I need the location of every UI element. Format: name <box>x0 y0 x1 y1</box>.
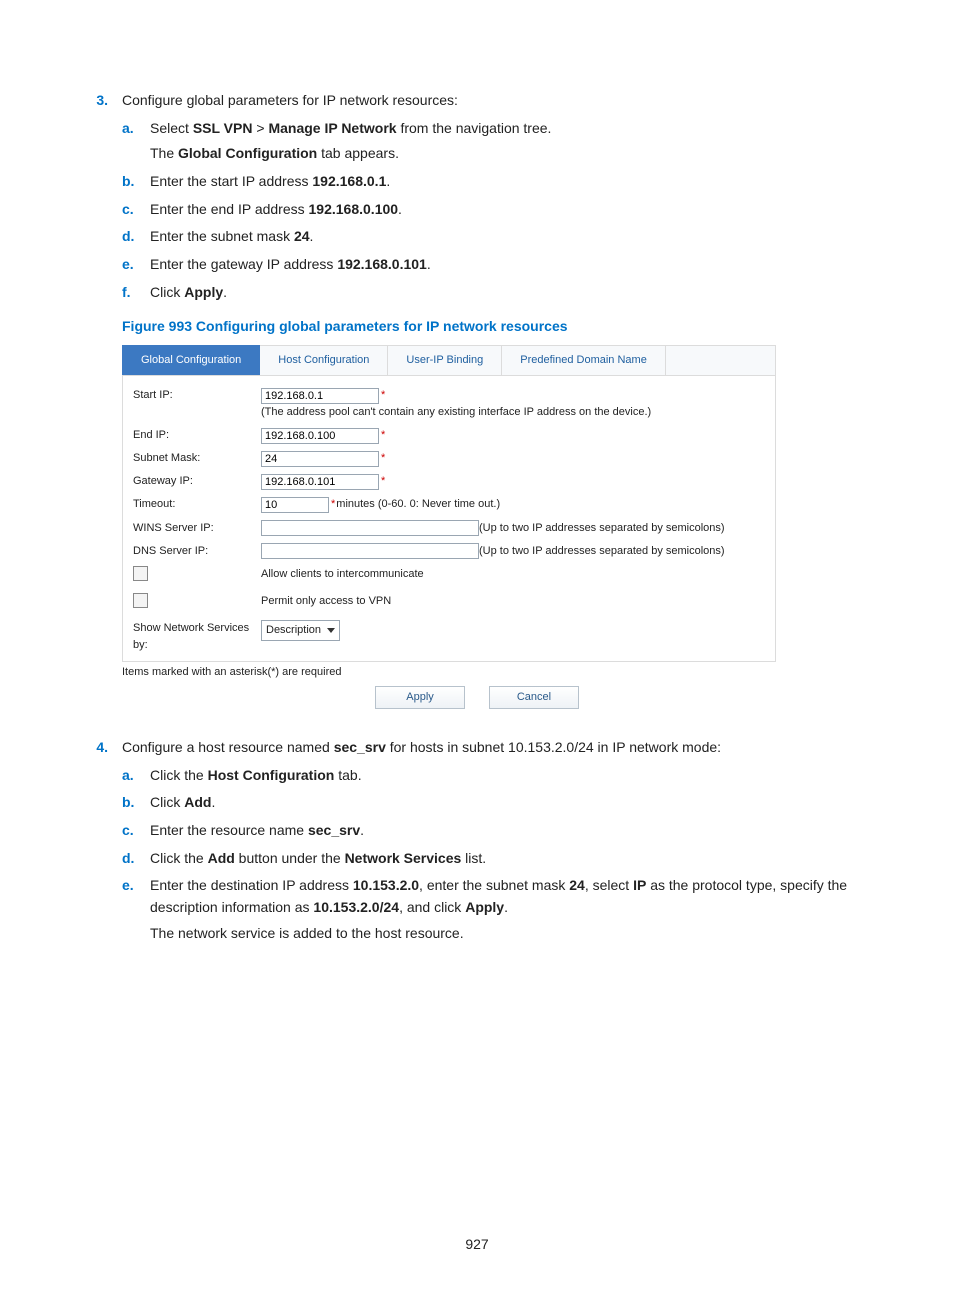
step-4: 4. Configure a host resource named sec_s… <box>90 737 864 945</box>
tab-global-configuration[interactable]: Global Configuration <box>122 345 260 375</box>
label-start-ip: Start IP: <box>133 387 261 404</box>
label-timeout: Timeout: <box>133 496 261 513</box>
step3-item-a: a. Select SSL VPN > Manage IP Network fr… <box>122 118 864 165</box>
input-timeout[interactable] <box>261 497 329 513</box>
step3-item-e: e. Enter the gateway IP address 192.168.… <box>122 254 864 276</box>
label-dns-server: DNS Server IP: <box>133 543 261 560</box>
input-end-ip[interactable] <box>261 428 379 444</box>
step-3: 3. Configure global parameters for IP ne… <box>90 90 864 709</box>
dropdown-show-services-by[interactable]: Description <box>261 620 340 641</box>
label-subnet-mask: Subnet Mask: <box>133 450 261 467</box>
step-3-number: 3. <box>90 90 108 112</box>
step-4-intro: Configure a host resource named sec_srv … <box>122 737 864 759</box>
label-intercommunicate: Allow clients to intercommunicate <box>261 566 424 583</box>
page-number: 927 <box>0 1234 954 1256</box>
step3-item-b: b. Enter the start IP address 192.168.0.… <box>122 171 864 193</box>
hint-timeout: minutes (0-60. 0: Never time out.) <box>336 496 500 513</box>
checkbox-vpn-only[interactable] <box>133 593 148 608</box>
label-gateway-ip: Gateway IP: <box>133 473 261 490</box>
global-config-screenshot: Global Configuration Host Configuration … <box>122 345 776 662</box>
apply-button[interactable]: Apply <box>375 686 465 709</box>
checkbox-intercommunicate[interactable] <box>133 566 148 581</box>
step4-item-e: e. Enter the destination IP address 10.1… <box>122 875 864 944</box>
figure-caption: Figure 993 Configuring global parameters… <box>122 316 864 338</box>
tab-user-ip-binding[interactable]: User-IP Binding <box>388 345 502 375</box>
tab-predefined-domain-name[interactable]: Predefined Domain Name <box>502 345 666 375</box>
step-3-intro: Configure global parameters for IP netwo… <box>122 90 864 112</box>
input-subnet-mask[interactable] <box>261 451 379 467</box>
step3-item-f: f. Click Apply. <box>122 282 864 304</box>
label-end-ip: End IP: <box>133 427 261 444</box>
input-start-ip[interactable] <box>261 388 379 404</box>
cancel-button[interactable]: Cancel <box>489 686 579 709</box>
required-note: Items marked with an asterisk(*) are req… <box>122 664 864 681</box>
label-vpn-only: Permit only access to VPN <box>261 593 391 610</box>
step4-item-a: a. Click the Host Configuration tab. <box>122 765 864 787</box>
input-wins-server[interactable] <box>261 520 479 536</box>
tab-host-configuration[interactable]: Host Configuration <box>260 345 388 375</box>
hint-wins: (Up to two IP addresses separated by sem… <box>479 520 725 537</box>
label-wins-server: WINS Server IP: <box>133 520 261 537</box>
step3-item-d: d. Enter the subnet mask 24. <box>122 226 864 248</box>
step4-item-b: b. Click Add. <box>122 792 864 814</box>
input-gateway-ip[interactable] <box>261 474 379 490</box>
hint-start-ip: (The address pool can't contain any exis… <box>261 404 651 421</box>
step3-item-c: c. Enter the end IP address 192.168.0.10… <box>122 199 864 221</box>
chevron-down-icon <box>327 628 335 633</box>
step4-item-d: d. Click the Add button under the Networ… <box>122 848 864 870</box>
config-tabs: Global Configuration Host Configuration … <box>122 345 776 376</box>
step4-item-c: c. Enter the resource name sec_srv. <box>122 820 864 842</box>
step-4-number: 4. <box>90 737 108 759</box>
hint-dns: (Up to two IP addresses separated by sem… <box>479 543 725 560</box>
label-show-services-by: Show Network Services by: <box>133 620 261 654</box>
input-dns-server[interactable] <box>261 543 479 559</box>
